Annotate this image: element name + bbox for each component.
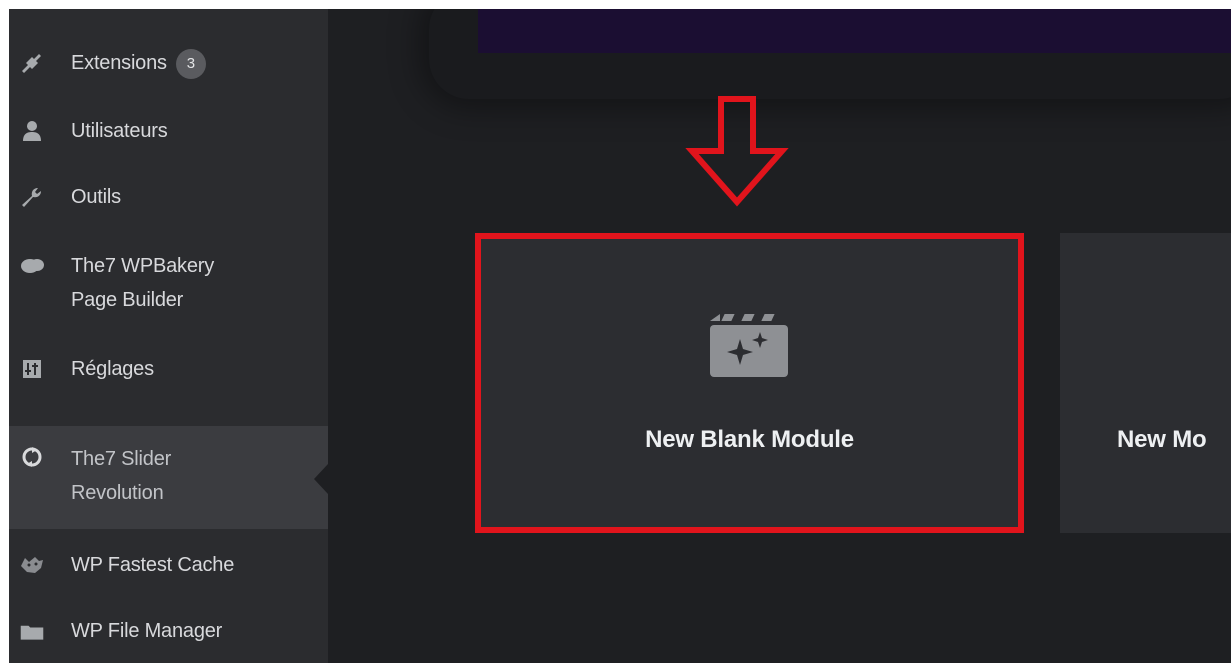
sidebar-item-tools[interactable]: Outils (9, 179, 328, 215)
sidebar-item-settings[interactable]: Réglages (9, 351, 328, 387)
wrench-icon (19, 186, 45, 208)
sidebar-item-label-line2: Revolution (71, 482, 164, 504)
admin-sidebar: Extensions 3 Utilisateurs Outils The7 WP… (9, 9, 328, 663)
sidebar-item-label: Réglages (71, 358, 154, 380)
sidebar-item-label: Outils (71, 186, 121, 208)
slider-revolution-header-bar (478, 9, 1231, 53)
sidebar-item-label: Utilisateurs (71, 120, 168, 142)
new-blank-module-card[interactable]: New Blank Module (475, 233, 1024, 533)
plugin-icon (19, 52, 45, 74)
down-arrow-icon (685, 96, 789, 207)
sidebar-item-page-builder[interactable]: The7 WPBakery Page Builder (9, 245, 328, 317)
sidebar-item-label-line2: Page Builder (71, 289, 184, 311)
settings-sliders-icon (19, 358, 45, 380)
page-builder-cloud-icon (19, 255, 45, 277)
new-module-label: New Mo (1117, 426, 1207, 453)
clapperboard-sparkle-icon (710, 314, 788, 377)
sidebar-item-users[interactable]: Utilisateurs (9, 113, 328, 149)
wp-admin-window: Extensions 3 Utilisateurs Outils The7 WP… (9, 9, 1231, 663)
sidebar-item-extensions[interactable]: Extensions 3 (9, 45, 328, 81)
new-module-card[interactable]: New Mo (1060, 233, 1231, 533)
cheetah-icon (19, 554, 45, 576)
sidebar-item-fastest-cache[interactable]: WP Fastest Cache (9, 547, 328, 583)
refresh-icon (19, 446, 45, 468)
sidebar-item-file-manager[interactable]: WP File Manager (9, 613, 328, 649)
sidebar-item-slider-revolution[interactable]: The7 Slider Revolution (9, 426, 328, 529)
active-indicator (314, 464, 328, 494)
sidebar-item-label: The7 Slider (71, 448, 172, 470)
sidebar-item-label: WP Fastest Cache (71, 554, 235, 576)
user-icon (19, 120, 45, 142)
sidebar-item-label: Extensions 3 (71, 46, 206, 80)
sidebar-item-label: The7 WPBakery (71, 255, 215, 277)
sidebar-item-label: WP File Manager (71, 620, 223, 642)
folder-icon (19, 620, 45, 642)
update-count-badge: 3 (175, 49, 206, 79)
extensions-label: Extensions (71, 52, 167, 74)
new-blank-module-label: New Blank Module (645, 426, 854, 453)
